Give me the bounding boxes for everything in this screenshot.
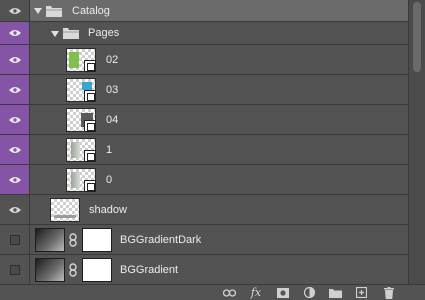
hidden-visibility-box [9, 234, 20, 245]
layer-row-page[interactable]: 0 [0, 165, 408, 195]
fx-icon[interactable]: fx [248, 286, 264, 299]
eye-icon [8, 176, 21, 183]
layer-name-bggradientdark: BGGradientDark [120, 234, 202, 246]
layer-row-page[interactable]: 1 [0, 135, 408, 165]
layer-mask-thumbnail[interactable] [82, 228, 112, 252]
layer-row-catalog[interactable]: Catalog [0, 0, 408, 22]
visibility-toggle-catalog[interactable] [0, 0, 30, 21]
layer-thumbnail [66, 108, 96, 132]
thumbnail-artwork [82, 82, 92, 90]
visibility-toggle-shadow[interactable] [0, 195, 30, 224]
thumbnail-artwork [69, 52, 79, 68]
layer-name: 03 [106, 84, 119, 96]
eye-icon [8, 56, 21, 63]
smart-object-badge-icon [84, 120, 96, 132]
layer-row-bggradientdark[interactable]: BGGradientDark [0, 225, 408, 255]
link-chain-icon[interactable] [69, 233, 77, 247]
layer-name: 02 [106, 54, 119, 66]
layer-thumbnail [66, 78, 96, 102]
new-layer-icon[interactable] [354, 286, 368, 299]
layer-row-pages[interactable]: Pages [0, 22, 408, 45]
disclosure-triangle-open-icon[interactable] [51, 31, 59, 37]
layer-name: 04 [106, 114, 119, 126]
layer-row-body: 03 [30, 75, 408, 104]
layer-row-body: shadow [30, 195, 408, 224]
visibility-toggle-pages[interactable] [0, 22, 30, 44]
eye-icon [8, 206, 21, 213]
eye-icon [8, 30, 21, 36]
new-group-icon[interactable] [328, 286, 342, 299]
thumbnail-artwork [71, 172, 80, 188]
link-layers-icon[interactable] [222, 286, 236, 299]
layer-name: 0 [106, 174, 113, 186]
layer-row-body: BGGradient [30, 255, 408, 284]
visibility-toggle-bggradient[interactable] [0, 255, 30, 284]
eye-icon [8, 86, 21, 93]
smart-object-badge-icon [84, 90, 96, 102]
layer-thumbnail [66, 138, 96, 162]
layer-row-body: Catalog [30, 0, 408, 21]
gradient-thumbnail [35, 228, 65, 252]
add-mask-icon[interactable] [276, 286, 290, 299]
layer-thumbnail [66, 168, 96, 192]
layer-row-body: BGGradientDark [30, 225, 408, 254]
visibility-toggle-bggradientdark[interactable] [0, 225, 30, 254]
thumbnail-artwork [54, 215, 76, 218]
layer-name: 1 [106, 144, 113, 156]
smart-object-badge-icon [84, 180, 96, 192]
thumbnail-artwork [71, 142, 80, 158]
disclosure-triangle-open-icon[interactable] [34, 8, 42, 14]
layer-row-body: 02 [30, 45, 408, 74]
visibility-toggle[interactable] [0, 165, 30, 194]
folder-icon [63, 28, 79, 39]
folder-icon [46, 6, 62, 17]
layer-thumbnail [50, 198, 80, 222]
layers-panel: Catalog Pages 02 03 04 1 0 shadow BGGrad… [0, 0, 408, 284]
layers-panel-footer: fx [0, 284, 425, 300]
visibility-toggle[interactable] [0, 75, 30, 104]
layer-name-shadow: shadow [89, 204, 127, 216]
layer-row-page[interactable]: 02 [0, 45, 408, 75]
layer-mask-thumbnail[interactable] [82, 258, 112, 282]
gradient-thumbnail [35, 258, 65, 282]
scrollbar-thumb[interactable] [413, 2, 421, 72]
visibility-toggle[interactable] [0, 45, 30, 74]
hidden-visibility-box [9, 264, 20, 275]
layer-row-body: 0 [30, 165, 408, 194]
eye-icon [8, 7, 21, 14]
layer-name-pages: Pages [88, 27, 120, 39]
layer-row-body: Pages [30, 22, 408, 44]
adjustment-layer-icon[interactable] [302, 286, 316, 299]
layer-row-page[interactable]: 03 [0, 75, 408, 105]
layer-name-catalog: Catalog [72, 5, 110, 17]
eye-icon [8, 116, 21, 123]
visibility-toggle[interactable] [0, 135, 30, 164]
layer-thumbnail [66, 48, 96, 72]
layer-row-bggradient[interactable]: BGGradient [0, 255, 408, 284]
layer-name-bggradient: BGGradient [120, 264, 179, 276]
eye-icon [8, 146, 21, 153]
visibility-toggle[interactable] [0, 105, 30, 134]
layer-row-shadow[interactable]: shadow [0, 195, 408, 225]
layer-row-body: 1 [30, 135, 408, 164]
trash-icon[interactable] [382, 286, 396, 299]
layer-row-body: 04 [30, 105, 408, 134]
layers-scrollbar[interactable] [408, 0, 425, 284]
smart-object-badge-icon [84, 60, 96, 72]
link-chain-icon[interactable] [69, 263, 77, 277]
smart-object-badge-icon [84, 150, 96, 162]
layer-row-page[interactable]: 04 [0, 105, 408, 135]
